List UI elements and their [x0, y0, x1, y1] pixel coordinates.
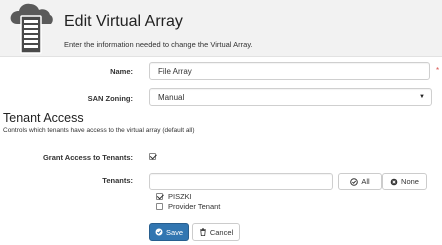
- grant-access-label: Grant Access to Tenants:: [42, 153, 133, 162]
- tenant-checkbox-piszki[interactable]: [156, 193, 163, 200]
- required-indicator: *: [436, 66, 440, 75]
- tenants-label: Tenants:: [102, 176, 133, 185]
- name-label: Name:: [110, 67, 133, 76]
- cloud-server-icon: [10, 3, 53, 54]
- trash-icon: [200, 228, 206, 236]
- san-zoning-select[interactable]: Manual ▼: [149, 88, 432, 106]
- page-subtitle: Enter the information needed to change t…: [64, 40, 253, 49]
- grant-access-checkbox[interactable]: [149, 153, 156, 160]
- tenant-label-piszki: PISZKI: [168, 192, 192, 201]
- save-button[interactable]: Save: [149, 223, 189, 241]
- select-all-label: All: [361, 177, 370, 186]
- select-none-button[interactable]: None: [382, 173, 427, 190]
- tenant-filter-input[interactable]: [149, 173, 333, 190]
- name-input[interactable]: File Array: [149, 62, 430, 80]
- select-all-button[interactable]: All: [338, 173, 382, 190]
- check-circle-icon: [155, 228, 163, 236]
- remove-circle-icon: [390, 178, 398, 185]
- name-input-value: File Array: [158, 66, 192, 76]
- save-label: Save: [165, 227, 184, 237]
- cancel-button[interactable]: Cancel: [192, 223, 240, 241]
- section-description: Controls which tenants have access to th…: [3, 127, 195, 134]
- san-zoning-label: SAN Zoning:: [87, 94, 133, 103]
- tenant-checkbox-provider[interactable]: [156, 203, 163, 210]
- check-circle-icon: [350, 177, 359, 186]
- san-zoning-value: Manual: [158, 92, 185, 102]
- cancel-label: Cancel: [209, 227, 234, 237]
- tenant-label-provider: Provider Tenant: [168, 202, 221, 211]
- select-none-label: None: [401, 177, 419, 186]
- chevron-down-icon: ▼: [419, 94, 425, 100]
- section-title: Tenant Access: [3, 111, 84, 125]
- page-title: Edit Virtual Array: [64, 13, 183, 30]
